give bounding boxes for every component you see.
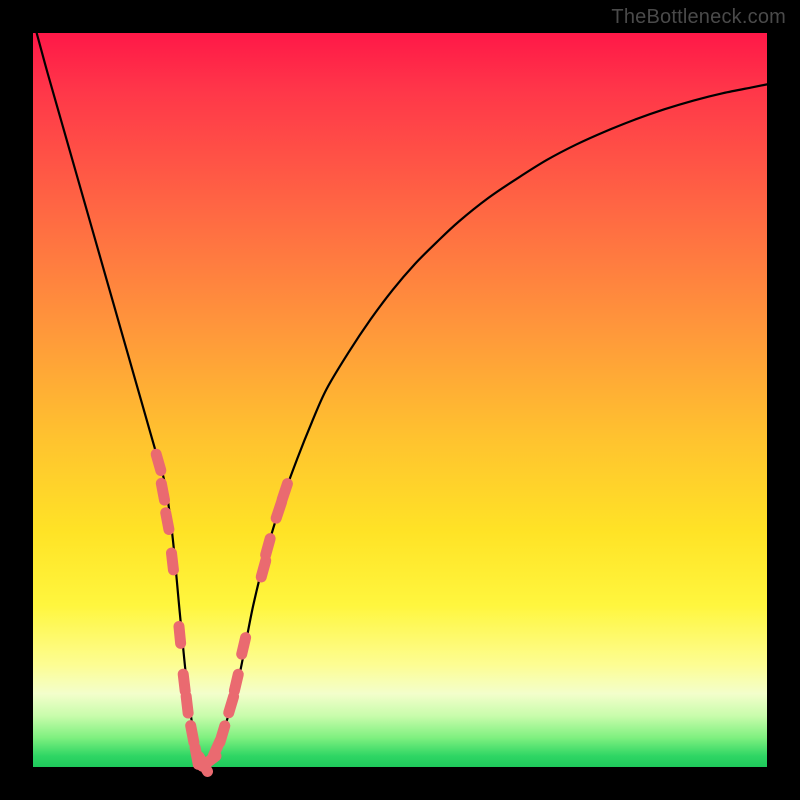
curve-marker	[220, 726, 225, 742]
chart-frame: TheBottleneck.com	[0, 0, 800, 800]
curve-marker	[282, 484, 287, 500]
curve-marker	[171, 553, 173, 570]
curve-marker	[161, 483, 164, 500]
curve-marker	[179, 626, 181, 643]
plot-area	[33, 33, 767, 767]
curve-marker	[266, 539, 271, 555]
watermark-text: TheBottleneck.com	[611, 6, 786, 29]
curve-marker	[156, 454, 161, 470]
bottleneck-curve	[33, 33, 767, 767]
curve-marker	[191, 726, 194, 743]
curve-marker	[229, 696, 234, 712]
curve-marker	[186, 696, 188, 713]
curve-marker	[183, 674, 185, 691]
curve-marker	[242, 638, 246, 655]
curve-marker	[261, 561, 266, 577]
curve-marker	[234, 674, 238, 691]
curve-marker	[166, 513, 169, 530]
